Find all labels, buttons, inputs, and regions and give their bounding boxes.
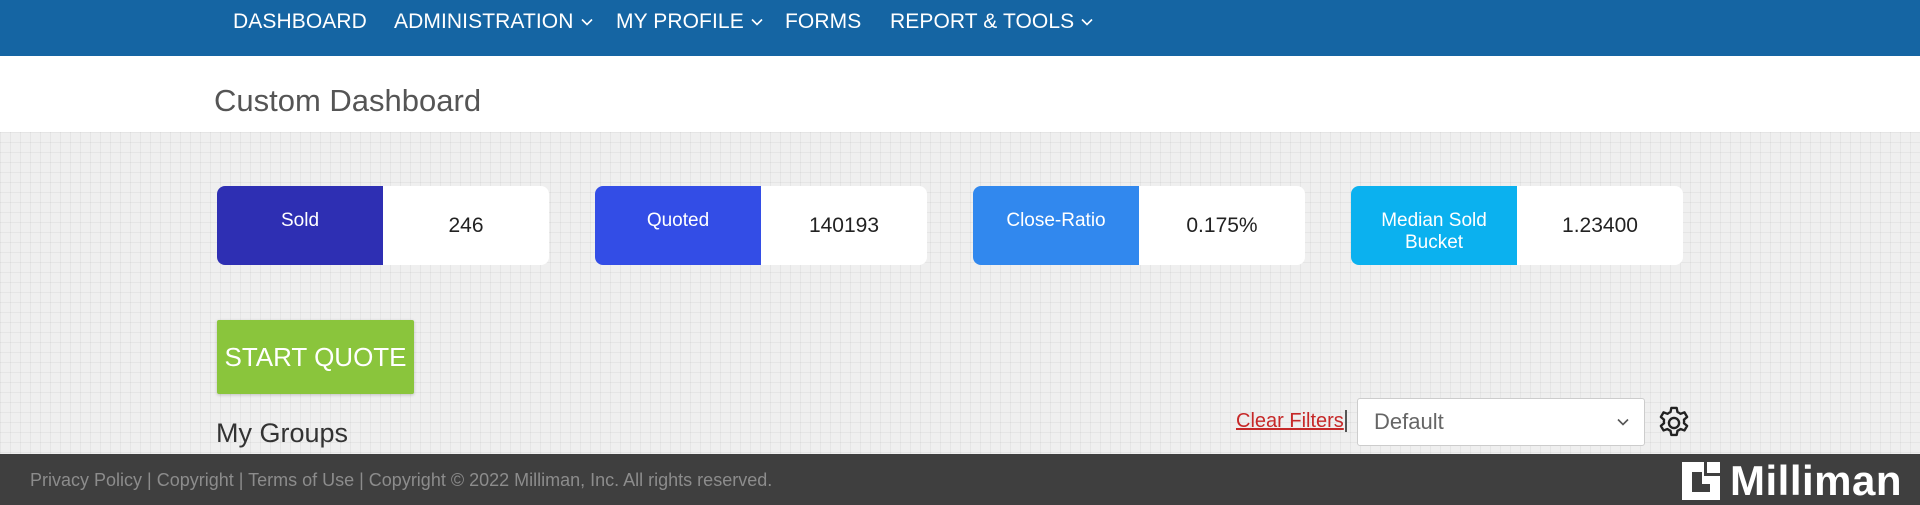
- nav-administration-label: ADMINISTRATION: [394, 10, 574, 33]
- divider: [1345, 410, 1347, 432]
- chevron-down-icon: [580, 18, 593, 26]
- nav-report-tools-label: REPORT & TOOLS: [890, 10, 1075, 33]
- chevron-down-icon: [751, 18, 763, 26]
- stat-card-sold: Sold 246: [217, 186, 549, 265]
- stat-label: Quoted: [595, 186, 761, 265]
- nav-report-tools[interactable]: REPORT & TOOLS: [890, 8, 1094, 36]
- my-groups-heading: My Groups: [216, 418, 349, 448]
- stat-card-median-sold-bucket: Median Sold Bucket 1.23400: [1351, 186, 1683, 265]
- clear-filters-link[interactable]: Clear Filters: [1236, 410, 1344, 433]
- start-quote-button[interactable]: START QUOTE: [217, 320, 414, 394]
- footer-links[interactable]: Privacy Policy | Copyright | Terms of Us…: [30, 470, 772, 491]
- stat-label: Sold: [217, 186, 383, 265]
- nav-dashboard-label: DASHBOARD: [233, 10, 367, 33]
- stat-value: 246: [448, 214, 484, 237]
- stat-label: Close-Ratio: [973, 186, 1139, 265]
- page-title: Custom Dashboard: [214, 83, 482, 118]
- stat-label: Median Sold Bucket: [1351, 186, 1517, 265]
- nav-administration[interactable]: ADMINISTRATION: [394, 8, 594, 36]
- stat-value: 0.175%: [1186, 214, 1258, 237]
- nav-forms[interactable]: FORMS: [785, 8, 861, 36]
- stat-card-close-ratio: Close-Ratio 0.175%: [973, 186, 1305, 265]
- milliman-logo-icon: [1682, 462, 1720, 500]
- logo-text: Milliman: [1730, 457, 1903, 504]
- page-header: Custom Dashboard: [0, 56, 1920, 132]
- view-select[interactable]: Default: [1357, 398, 1645, 446]
- stat-value: 140193: [808, 214, 880, 237]
- nav-my-profile-label: MY PROFILE: [616, 10, 744, 33]
- milliman-logo: Milliman: [1680, 457, 1903, 504]
- chevron-down-icon: [1617, 418, 1629, 426]
- footer: Privacy Policy | Copyright | Terms of Us…: [0, 454, 1920, 505]
- gear-icon[interactable]: [1655, 404, 1693, 442]
- view-select-value: Default: [1374, 409, 1444, 434]
- nav-forms-label: FORMS: [785, 10, 862, 33]
- stat-value: 1.23400: [1562, 214, 1638, 237]
- stat-card-quoted: Quoted 140193: [595, 186, 927, 265]
- chevron-down-icon: [1081, 18, 1093, 26]
- dashboard-content: Sold 246 Quoted 140193 Close-Ratio 0.175…: [0, 132, 1920, 454]
- nav-dashboard[interactable]: DASHBOARD: [233, 8, 367, 36]
- nav-my-profile[interactable]: MY PROFILE: [616, 8, 764, 36]
- top-nav: DASHBOARD ADMINISTRATION MY PROFILE FORM…: [0, 0, 1920, 56]
